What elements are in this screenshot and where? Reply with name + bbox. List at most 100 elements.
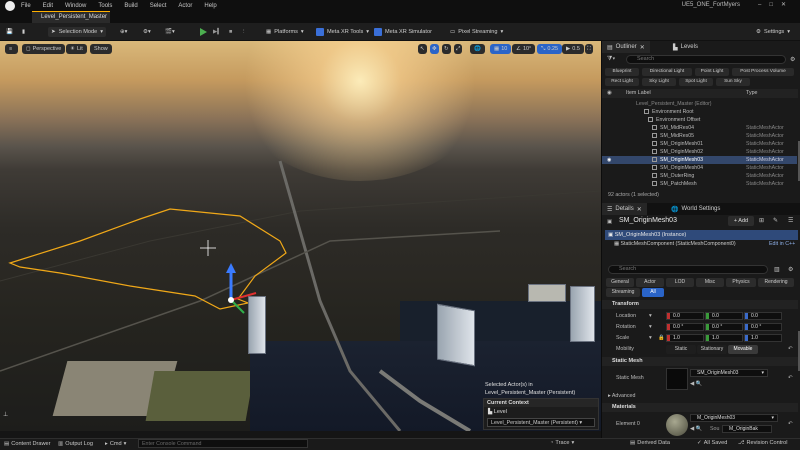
grid-snap-button[interactable]: ▦ 10: [490, 44, 512, 54]
location-y[interactable]: 0.0: [705, 312, 743, 320]
scale-y[interactable]: 1.0: [705, 334, 743, 342]
rotation-y[interactable]: 0.0 °: [705, 323, 743, 331]
translate-icon[interactable]: ✥: [430, 44, 439, 54]
details-settings-icon[interactable]: ⚙: [788, 266, 793, 273]
category-tab[interactable]: Misc: [696, 278, 724, 287]
filter-chip[interactable]: Sky Light: [642, 78, 676, 86]
derived-data-button[interactable]: ▤ Derived Data: [630, 440, 670, 446]
chevron-down-icon[interactable]: ▾: [649, 313, 652, 319]
outliner-row[interactable]: SM_MidRes05 StaticMeshActor: [602, 132, 797, 140]
mobility-stationary[interactable]: Stationary: [697, 345, 727, 354]
lit-button[interactable]: ☀ Lit: [66, 44, 87, 54]
outliner-row[interactable]: Environment Offset: [602, 116, 797, 124]
step-icon[interactable]: ▶▍: [213, 27, 222, 37]
advanced-toggle[interactable]: ▸ Advanced: [608, 393, 635, 399]
layout-icon[interactable]: ▥: [774, 266, 780, 273]
world-settings-tab[interactable]: 🌐 World Settings: [666, 203, 725, 215]
eye-icon[interactable]: ◉: [607, 156, 612, 164]
filter-chip[interactable]: Point Light: [695, 68, 729, 76]
location-z[interactable]: 0.0: [744, 312, 782, 320]
blueprint-icon[interactable]: ⚙▾: [143, 27, 151, 37]
meta-xr-simulator-button[interactable]: Meta XR Simulator: [374, 27, 432, 37]
all-saved-button[interactable]: ✓ All Saved: [697, 440, 727, 446]
menu-build[interactable]: Build: [124, 3, 137, 9]
mobility-static[interactable]: Static: [666, 345, 696, 354]
options-icon[interactable]: ☰: [788, 217, 793, 224]
menu-help[interactable]: Help: [204, 3, 216, 9]
materials-section[interactable]: Materials: [602, 403, 798, 412]
cmd-dropdown[interactable]: ▸ Cmd ▾: [105, 441, 126, 447]
lock-icon[interactable]: 🔒: [658, 335, 665, 341]
scale-icon[interactable]: ⤢: [454, 44, 463, 54]
category-tab[interactable]: LOD: [666, 278, 694, 287]
menu-select[interactable]: Select: [150, 3, 167, 9]
filter-chip[interactable]: Post Process Volume: [732, 68, 794, 76]
selection-mode-dropdown[interactable]: ➤ Selection Mode ▾: [48, 27, 107, 37]
browse-icon[interactable]: ◀ 🔍: [690, 381, 702, 387]
add-actor-icon[interactable]: ⊕▾: [120, 27, 128, 37]
category-tab-active[interactable]: All: [642, 288, 664, 297]
outliner-settings-icon[interactable]: ⚙: [790, 56, 795, 63]
category-tab[interactable]: General: [606, 278, 634, 287]
reset-icon[interactable]: ↶: [788, 346, 792, 352]
camera-speed-button[interactable]: ▶ 0.5: [562, 44, 584, 54]
outliner-row-selected[interactable]: ◉ SM_OriginMesh03 StaticMeshActor: [602, 156, 797, 164]
filter-chip[interactable]: Blueprint: [605, 68, 639, 76]
rotation-x[interactable]: 0.0 °: [666, 323, 704, 331]
static-mesh-dropdown[interactable]: SM_OriginMesh03 ▾: [690, 369, 768, 377]
content-drawer-button[interactable]: ▤ Content Drawer: [4, 441, 50, 447]
instance-row[interactable]: ▣ SM_OriginMesh03 (Instance): [605, 230, 798, 240]
maximize-viewport-icon[interactable]: ⛶: [585, 44, 593, 54]
outliner-row[interactable]: Level_Persistent_Master (Editor): [602, 100, 797, 108]
stop-icon[interactable]: ■: [229, 27, 232, 37]
angle-snap-button[interactable]: ∠ 10°: [512, 44, 536, 54]
material-source-field[interactable]: M_OriginBak: [722, 425, 772, 433]
category-tab[interactable]: Physics: [726, 278, 756, 287]
play-button[interactable]: [200, 27, 207, 37]
reset-icon[interactable]: ↶: [788, 375, 792, 381]
menu-edit[interactable]: Edit: [43, 3, 53, 9]
chevron-down-icon[interactable]: ▾: [649, 335, 652, 341]
outliner-row[interactable]: SM_MidRes04 StaticMeshActor: [602, 124, 797, 132]
component-row[interactable]: ▦ StaticMeshComponent (StaticMeshCompone…: [614, 241, 736, 247]
menu-actor[interactable]: Actor: [178, 3, 192, 9]
revision-control-button[interactable]: ⎇ Revision Control: [738, 440, 788, 446]
static-mesh-section[interactable]: Static Mesh: [602, 357, 798, 366]
outliner-row[interactable]: SM_PatchMesh StaticMeshActor: [602, 180, 797, 188]
transform-section[interactable]: Transform: [602, 300, 798, 309]
outliner-row[interactable]: SM_OuterRing StaticMeshActor: [602, 172, 797, 180]
close-icon[interactable]: ✕: [640, 44, 645, 51]
scale-z[interactable]: 1.0: [744, 334, 782, 342]
play-options-icon[interactable]: ⋮: [241, 27, 247, 37]
world-space-icon[interactable]: 🌐: [470, 44, 485, 54]
show-button[interactable]: Show: [90, 44, 112, 54]
chevron-down-icon[interactable]: ▾: [649, 324, 652, 330]
trace-button[interactable]: ◔ Trace ▾: [550, 440, 574, 446]
filter-chip[interactable]: Directional Light: [642, 68, 692, 76]
material-dropdown[interactable]: M_OriginMesh03 ▾: [690, 414, 778, 422]
outliner-row[interactable]: SM_OriginMesh04 StaticMeshActor: [602, 164, 797, 172]
close-icon[interactable]: ✕: [637, 206, 642, 213]
reset-icon[interactable]: ↶: [788, 421, 792, 427]
add-component-button[interactable]: + Add: [728, 216, 754, 226]
mobility-movable[interactable]: Movable: [728, 345, 758, 354]
levels-tab[interactable]: ▙ Levels: [668, 41, 703, 53]
mesh-thumbnail[interactable]: [666, 368, 688, 390]
outliner-search[interactable]: Search: [626, 55, 786, 64]
menu-tools[interactable]: Tools: [98, 3, 112, 9]
menu-window[interactable]: Window: [65, 3, 86, 9]
actor-name-field[interactable]: SM_OriginMesh03: [619, 217, 677, 224]
menu-file[interactable]: File: [21, 3, 31, 9]
edit-icon[interactable]: ✎: [773, 217, 778, 224]
filter-chip[interactable]: Sun Sky: [716, 78, 750, 86]
settings-button[interactable]: ⚙ Settings ▾: [756, 27, 790, 37]
select-mode-icon[interactable]: ↖: [418, 44, 427, 54]
window-controls[interactable]: –□✕: [758, 1, 794, 8]
browse-icon[interactable]: ◀ 🔍: [690, 426, 702, 432]
outliner-tab[interactable]: ▤ Outliner ✕: [602, 41, 650, 53]
rotate-icon[interactable]: ↻: [442, 44, 451, 54]
details-search[interactable]: Search: [608, 265, 768, 274]
location-x[interactable]: 0.0: [666, 312, 704, 320]
content-icon[interactable]: ▮: [22, 27, 25, 37]
category-tab[interactable]: Rendering: [758, 278, 794, 287]
